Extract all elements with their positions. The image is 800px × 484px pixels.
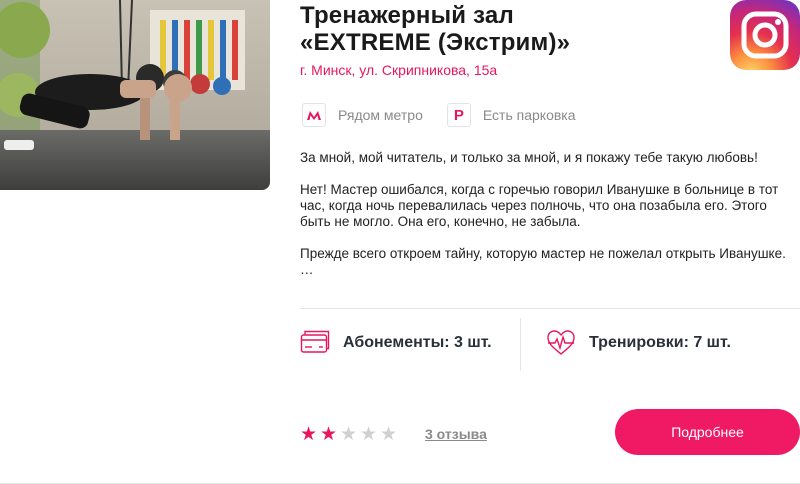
feature-parking-label: Есть парковка [482, 107, 576, 123]
heart-pulse-icon [547, 330, 575, 355]
card-icon [300, 330, 330, 353]
feature-metro: Рядом метро [302, 103, 423, 127]
gym-photo [0, 0, 270, 190]
instagram-icon[interactable] [730, 0, 800, 70]
star-icon: ★ [380, 423, 398, 445]
star-icon: ★ [340, 423, 358, 445]
club-address-link[interactable]: г. Минск, ул. Скрипникова, 15а [300, 62, 497, 78]
parking-icon: P [446, 103, 471, 127]
star-icon: ★ [360, 423, 378, 445]
club-title-line2: «EXTREME (Экстрим)» [300, 29, 571, 56]
subscriptions-stat: Абонементы: 3 шт. [300, 328, 492, 358]
description-paragraph: За мной, мой читатель, и только за мной,… [300, 150, 758, 165]
club-title: Тренажерный зал «EXTREME (Экстрим)» [300, 2, 720, 56]
trainings-label: Тренировки: 7 шт. [589, 334, 731, 351]
star-icon: ★ [320, 423, 338, 445]
reviews-link[interactable]: 3 отзыва [425, 426, 487, 442]
metro-icon [302, 103, 326, 127]
feature-parking: P Есть парковка [446, 103, 576, 127]
club-title-line1: Тренажерный зал [300, 2, 514, 29]
club-description: За мной, мой читатель, и только за мной,… [300, 150, 800, 278]
details-button[interactable]: Подробнее [615, 409, 800, 455]
description-paragraph: Нет! Мастер ошибался, когда с горечью го… [300, 182, 779, 229]
rating-stars: ★ ★ ★ ★ ★ [300, 423, 400, 445]
description-paragraph: Прежде всего откроем тайну, которую маст… [300, 246, 786, 261]
description-ellipsis: … [300, 262, 314, 277]
trainings-stat: Тренировки: 7 шт. [546, 328, 731, 358]
divider-vertical [520, 318, 521, 371]
features-list: Рядом метро P Есть парковка [302, 103, 600, 127]
star-icon: ★ [300, 423, 318, 445]
subscriptions-label: Абонементы: 3 шт. [343, 334, 492, 351]
feature-metro-label: Рядом метро [338, 107, 423, 123]
divider [300, 308, 800, 309]
